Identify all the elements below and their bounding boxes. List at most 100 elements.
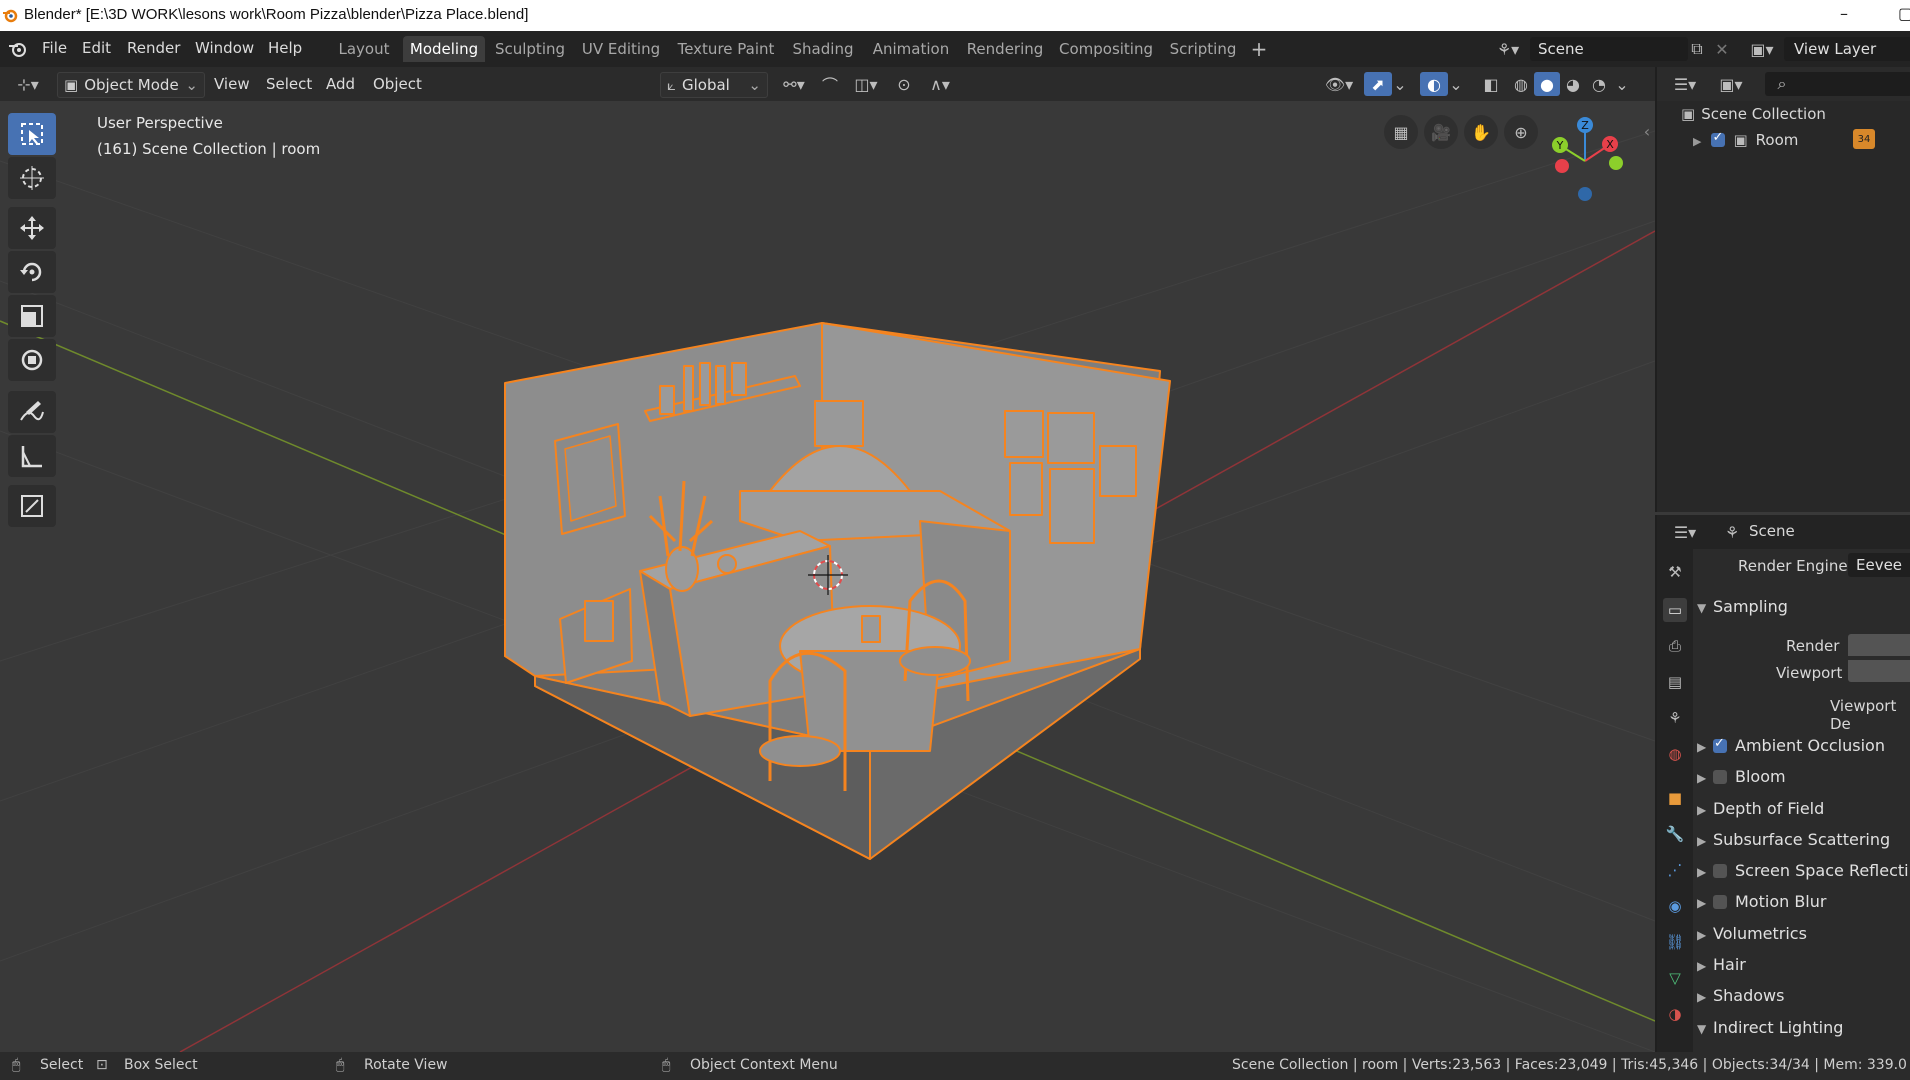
- panel-shadows[interactable]: ▶ Shadows: [1697, 986, 1784, 1005]
- data-tab-icon[interactable]: ▽: [1663, 966, 1687, 990]
- sidebar-toggle-icon[interactable]: ‹: [1640, 121, 1654, 141]
- view-layer-icon[interactable]: ▣▾: [1744, 37, 1780, 61]
- snap-target-icon[interactable]: ◫▾: [846, 72, 886, 96]
- add-workspace-icon[interactable]: +: [1248, 37, 1270, 61]
- render-tab-icon[interactable]: ▭: [1663, 598, 1687, 622]
- render-samples-field[interactable]: [1848, 634, 1910, 656]
- bloom-checkbox[interactable]: [1713, 770, 1727, 784]
- maximize-icon[interactable]: ▢: [1898, 4, 1910, 23]
- tab-scripting[interactable]: Scripting: [1163, 36, 1243, 62]
- display-mode-icon[interactable]: ▣▾: [1711, 72, 1751, 96]
- menu-view[interactable]: View: [214, 72, 250, 96]
- room-model[interactable]: [504, 322, 1171, 860]
- material-shading-icon[interactable]: ◕: [1560, 72, 1586, 96]
- outliner-scene-collection[interactable]: ▣ Scene Collection: [1681, 105, 1826, 123]
- transform-orientation-selector[interactable]: ⟀ Global ⌄: [660, 72, 768, 98]
- 3d-viewport[interactable]: ▦ 🎥 ✋ ⊕ Z X Y ‹: [0, 101, 1655, 1052]
- xray-toggle-icon[interactable]: ◧: [1478, 72, 1504, 96]
- proportional-falloff-icon[interactable]: ∧▾: [920, 72, 960, 96]
- room-visibility-checkbox[interactable]: [1711, 130, 1726, 147]
- world-tab-icon[interactable]: ◍: [1663, 742, 1687, 766]
- tab-uv-editing[interactable]: UV Editing: [575, 36, 667, 62]
- camera-view-icon[interactable]: 🎥: [1424, 115, 1458, 149]
- cursor-tool[interactable]: [8, 157, 56, 199]
- render-engine-select[interactable]: Eevee: [1848, 553, 1910, 577]
- measure-tool[interactable]: [8, 435, 56, 477]
- transform-tool[interactable]: [8, 339, 56, 381]
- material-tab-icon[interactable]: ◑: [1663, 1002, 1687, 1026]
- move-tool[interactable]: [8, 207, 56, 249]
- panel-bloom[interactable]: ▶ Bloom: [1697, 767, 1786, 786]
- panel-volumetrics[interactable]: ▶ Volumetrics: [1697, 924, 1807, 943]
- wireframe-shading-icon[interactable]: ◍: [1508, 72, 1534, 96]
- menu-render[interactable]: Render: [127, 39, 180, 57]
- snap-toggle-icon[interactable]: ⌒: [818, 72, 842, 96]
- outliner-item-room[interactable]: ▶ ▣ Room 34: [1693, 129, 1903, 149]
- expand-arrow-icon[interactable]: ▶: [1693, 135, 1701, 148]
- tab-rendering[interactable]: Rendering: [961, 36, 1049, 62]
- rotate-tool[interactable]: [8, 251, 56, 293]
- chevron-down-icon[interactable]: ⌄: [1392, 72, 1408, 96]
- panel-ambient-occlusion[interactable]: ▶ Ambient Occlusion: [1697, 736, 1885, 755]
- select-box-tool[interactable]: [8, 113, 56, 155]
- object-tab-icon[interactable]: ■: [1663, 786, 1687, 810]
- motion-blur-checkbox[interactable]: [1713, 895, 1727, 909]
- viewport-samples-field[interactable]: [1848, 660, 1910, 682]
- scale-tool[interactable]: [8, 295, 56, 337]
- tab-texture-paint[interactable]: Texture Paint: [672, 36, 780, 62]
- tab-sculpting[interactable]: Sculpting: [490, 36, 570, 62]
- constraints-tab-icon[interactable]: ⛓: [1663, 930, 1687, 954]
- scene-tab-icon[interactable]: ⚘: [1663, 706, 1687, 730]
- tab-modeling[interactable]: Modeling: [403, 36, 485, 62]
- solid-shading-icon[interactable]: ●: [1534, 72, 1560, 96]
- visibility-icon[interactable]: 👁▾: [1318, 72, 1360, 96]
- overlays-toggle-icon[interactable]: ◐: [1420, 72, 1448, 96]
- panel-indirect-lighting[interactable]: ▼ Indirect Lighting: [1697, 1018, 1843, 1037]
- outliner-search-field[interactable]: ⌕: [1765, 72, 1910, 96]
- panel-screen-space-reflections[interactable]: ▶ Screen Space Reflecti: [1697, 861, 1909, 880]
- sampling-panel-header[interactable]: ▼ Sampling: [1697, 597, 1788, 616]
- particles-tab-icon[interactable]: ⋰: [1663, 858, 1687, 882]
- menu-select[interactable]: Select: [266, 72, 312, 96]
- tab-compositing[interactable]: Compositing: [1054, 36, 1158, 62]
- menu-add[interactable]: Add: [326, 72, 355, 96]
- panel-subsurface-scattering[interactable]: ▶ Subsurface Scattering: [1697, 830, 1890, 849]
- menu-object[interactable]: Object: [373, 72, 422, 96]
- pan-hand-icon[interactable]: ✋: [1464, 115, 1498, 149]
- blender-menu-icon[interactable]: [8, 40, 28, 58]
- delete-scene-icon[interactable]: ✕: [1712, 37, 1732, 61]
- proportional-edit-icon[interactable]: ⊙: [892, 72, 916, 96]
- add-cube-tool[interactable]: [8, 485, 56, 527]
- panel-hair[interactable]: ▶ Hair: [1697, 955, 1746, 974]
- panel-motion-blur[interactable]: ▶ Motion Blur: [1697, 892, 1826, 911]
- chevron-down-icon[interactable]: ⌄: [1614, 72, 1630, 96]
- view-layer-tab-icon[interactable]: ▤: [1663, 670, 1687, 694]
- output-tab-icon[interactable]: ⎙: [1663, 634, 1687, 658]
- tab-animation[interactable]: Animation: [866, 36, 956, 62]
- grid-view-icon[interactable]: ▦: [1384, 115, 1418, 149]
- ambient-occlusion-checkbox[interactable]: [1713, 736, 1727, 753]
- properties-editor-type-icon[interactable]: ☰▾: [1667, 520, 1703, 544]
- pivot-point-icon[interactable]: ⚯▾: [774, 72, 814, 96]
- panel-depth-of-field[interactable]: ▶ Depth of Field: [1697, 799, 1824, 818]
- modifier-tab-icon[interactable]: 🔧: [1663, 822, 1687, 846]
- tab-layout[interactable]: Layout: [330, 36, 398, 62]
- scene-selector-icon[interactable]: ⚘▾: [1490, 37, 1526, 61]
- scene-name-field[interactable]: Scene: [1530, 37, 1688, 61]
- outliner-editor-type-icon[interactable]: ☰▾: [1667, 72, 1703, 96]
- tab-shading[interactable]: Shading: [785, 36, 861, 62]
- editor-type-icon[interactable]: ⊹▾: [8, 72, 48, 96]
- tool-tab-icon[interactable]: ⚒: [1663, 560, 1687, 584]
- chevron-down-icon[interactable]: ⌄: [1448, 72, 1464, 96]
- rendered-shading-icon[interactable]: ◔: [1586, 72, 1612, 96]
- menu-file[interactable]: File: [42, 39, 67, 57]
- gizmo-toggle-icon[interactable]: ⬈: [1364, 72, 1392, 96]
- view-layer-field[interactable]: View Layer: [1784, 37, 1910, 61]
- mode-selector[interactable]: ▣ Object Mode ⌄: [57, 72, 205, 98]
- menu-window[interactable]: Window: [195, 39, 254, 57]
- menu-help[interactable]: Help: [268, 39, 302, 57]
- screen-space-reflections-checkbox[interactable]: [1713, 864, 1727, 878]
- annotate-tool[interactable]: [8, 391, 56, 433]
- navigation-gizmo[interactable]: Z X Y: [1530, 111, 1650, 221]
- new-scene-icon[interactable]: ⧉: [1686, 37, 1708, 61]
